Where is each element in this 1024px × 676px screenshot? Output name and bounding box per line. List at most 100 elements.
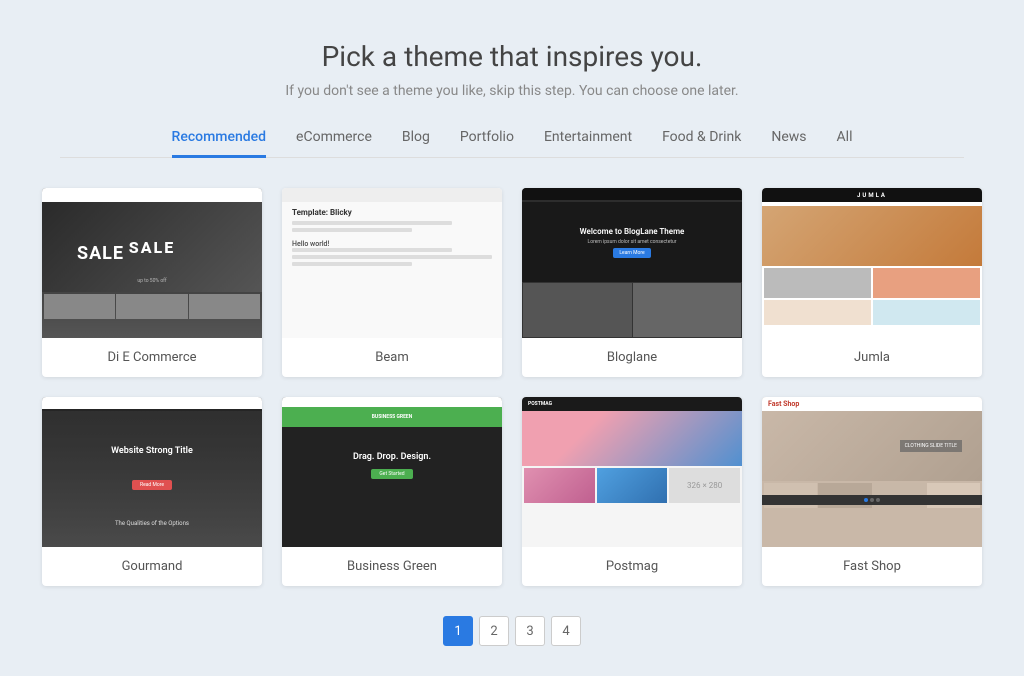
- theme-name-bloglane: Bloglane: [522, 338, 742, 377]
- theme-name-gourmand: Gourmand: [42, 547, 262, 586]
- beam-line-3: [292, 248, 452, 252]
- jumla-hero-image: [762, 206, 982, 266]
- jumla-brand-text: JUMLA: [857, 192, 887, 199]
- tab-portfolio[interactable]: Portfolio: [460, 129, 514, 158]
- theme-card-bloglane[interactable]: Welcome to BlogLane Theme Lorem ipsum do…: [522, 188, 742, 377]
- di-footer-cell-1: [44, 294, 115, 319]
- tab-food-drink[interactable]: Food & Drink: [662, 129, 741, 158]
- postmag-cell-2: [597, 468, 668, 503]
- gourmand-header-bar: [42, 397, 262, 409]
- jumla-header-bar: JUMLA: [762, 188, 982, 202]
- page-title: Pick a theme that inspires you.: [322, 40, 703, 73]
- theme-card-gourmand[interactable]: Website Strong Title Read More The Quali…: [42, 397, 262, 586]
- di-preview-inner: SALE up to 50% off: [42, 202, 262, 338]
- theme-card-jumla[interactable]: JUMLA Jumla: [762, 188, 982, 377]
- theme-card-beam[interactable]: Template: Blicky Hello world! Beam: [282, 188, 502, 377]
- jumla-inner: [762, 206, 982, 327]
- di-hero: SALE up to 50% off: [42, 202, 262, 292]
- theme-name-postmag: Postmag: [522, 547, 742, 586]
- bloglane-inner: Welcome to BlogLane Theme Lorem ipsum do…: [522, 202, 742, 338]
- di-footer-cell-3: [189, 294, 260, 319]
- theme-name-di-ecommerce: Di E Commerce: [42, 338, 262, 377]
- theme-preview-business-green: BUSINESS GREEN Drag. Drop. Design. Get S…: [282, 397, 502, 547]
- tabs-nav: Recommended eCommerce Blog Portfolio Ent…: [60, 129, 964, 158]
- bloglane-cta-btn: Learn More: [613, 248, 650, 258]
- themes-grid: SALE up to 50% off Di E Commerce Templat…: [42, 188, 982, 586]
- di-sub-text: up to 50% off: [42, 278, 262, 284]
- jumla-cell-2: [873, 268, 980, 298]
- postmag-placeholder-text: 326 × 280: [687, 481, 722, 490]
- tab-recommended[interactable]: Recommended: [172, 129, 267, 158]
- tab-all[interactable]: All: [837, 129, 853, 158]
- fastshop-header: Fast Shop: [762, 397, 982, 411]
- theme-preview-beam: Template: Blicky Hello world!: [282, 188, 502, 338]
- gourmand-inner: Website Strong Title Read More The Quali…: [42, 411, 262, 547]
- bloglane-grid: [522, 282, 742, 338]
- bloglane-cell-2: [633, 283, 742, 337]
- theme-preview-di-ecommerce: SALE up to 50% off: [42, 188, 262, 338]
- postmag-inner: 326 × 280: [522, 411, 742, 547]
- page-wrapper: Pick a theme that inspires you. If you d…: [0, 0, 1024, 676]
- theme-preview-jumla: JUMLA: [762, 188, 982, 338]
- beam-line-1: [292, 221, 452, 225]
- theme-name-beam: Beam: [282, 338, 502, 377]
- di-footer-cell-2: [116, 294, 187, 319]
- fastshop-nav-bar: [762, 495, 982, 505]
- jumla-grid: [762, 266, 982, 327]
- fastshop-nav-dot-1: [864, 498, 868, 502]
- theme-card-di-ecommerce[interactable]: SALE up to 50% off Di E Commerce: [42, 188, 262, 377]
- di-footer: [42, 292, 262, 321]
- fastshop-nav-dot-3: [876, 498, 880, 502]
- postmag-hero-image: [522, 411, 742, 466]
- postmag-cell-1: [524, 468, 595, 503]
- bloglane-header-bar: [522, 188, 742, 200]
- jumla-cell-1: [764, 268, 871, 298]
- theme-card-postmag[interactable]: POSTMAG 326 × 280 Postmag: [522, 397, 742, 586]
- theme-preview-postmag: POSTMAG 326 × 280: [522, 397, 742, 547]
- tab-entertainment[interactable]: Entertainment: [544, 129, 632, 158]
- postmag-grid: 326 × 280: [522, 466, 742, 505]
- beam-line-2: [292, 228, 412, 232]
- fastshop-brand-text: Fast Shop: [768, 400, 799, 408]
- bloglane-overlay: Welcome to BlogLane Theme Lorem ipsum do…: [522, 202, 742, 282]
- theme-card-business-green[interactable]: BUSINESS GREEN Drag. Drop. Design. Get S…: [282, 397, 502, 586]
- gourmand-cta: Read More: [42, 471, 262, 490]
- di-sale-text: SALE: [129, 238, 175, 257]
- gourmand-btn: Read More: [132, 480, 172, 490]
- bg-drag-text: Drag. Drop. Design.: [353, 452, 431, 462]
- theme-preview-fast-shop: Fast Shop CLOTHING SLIDE TITLE: [762, 397, 982, 547]
- bloglane-cell-1: [523, 283, 632, 337]
- jumla-cell-3: [764, 300, 871, 325]
- tab-news[interactable]: News: [771, 129, 806, 158]
- bloglane-welcome-title: Welcome to BlogLane Theme: [580, 227, 685, 236]
- postmag-cell-3: 326 × 280: [669, 468, 740, 503]
- theme-preview-gourmand: Website Strong Title Read More The Quali…: [42, 397, 262, 547]
- postmag-header: POSTMAG: [522, 397, 742, 411]
- theme-name-jumla: Jumla: [762, 338, 982, 377]
- bloglane-desc: Lorem ipsum dolor sit amet consectetur: [588, 239, 677, 245]
- fastshop-nav-dot-2: [870, 498, 874, 502]
- gourmand-title: Website Strong Title: [42, 446, 262, 456]
- fastshop-inner: CLOTHING SLIDE TITLE: [762, 411, 982, 547]
- fastshop-hero: CLOTHING SLIDE TITLE: [762, 411, 982, 481]
- bg-green-bar: BUSINESS GREEN: [282, 407, 502, 427]
- bg-brand-name: BUSINESS GREEN: [372, 414, 413, 420]
- bg-btn-wrapper: Get Started: [282, 468, 502, 477]
- theme-name-fast-shop: Fast Shop: [762, 547, 982, 586]
- fastshop-hero-slide-text: CLOTHING SLIDE TITLE: [900, 440, 962, 452]
- beam-hello-world: Hello world!: [292, 240, 492, 248]
- beam-inner: Template: Blicky Hello world!: [292, 208, 492, 269]
- beam-line-4: [292, 255, 492, 259]
- theme-preview-bloglane: Welcome to BlogLane Theme Lorem ipsum do…: [522, 188, 742, 338]
- theme-card-fast-shop[interactable]: Fast Shop CLOTHING SLIDE TITLE: [762, 397, 982, 586]
- postmag-brand: POSTMAG: [528, 401, 552, 407]
- bg-header-white: [282, 397, 502, 407]
- tab-blog[interactable]: Blog: [402, 129, 430, 158]
- beam-line-5: [292, 262, 412, 266]
- page-subtitle: If you don't see a theme you like, skip …: [285, 83, 738, 99]
- theme-name-business-green: Business Green: [282, 547, 502, 586]
- tab-ecommerce[interactable]: eCommerce: [296, 129, 372, 158]
- bg-hero-text: Drag. Drop. Design. Get Started: [282, 452, 502, 477]
- jumla-cell-4: [873, 300, 980, 325]
- bg-get-started-btn: Get Started: [371, 469, 412, 479]
